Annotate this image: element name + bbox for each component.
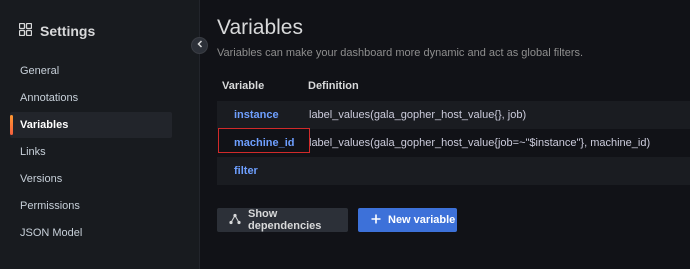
show-dependencies-label: Show dependencies: [248, 208, 322, 232]
column-header-variable: Variable: [222, 80, 265, 92]
sidebar-item-label: General: [20, 65, 60, 77]
sidebar-item-label: Variables: [20, 119, 69, 131]
column-header-definition: Definition: [308, 80, 359, 92]
sidebar-title-text: Settings: [40, 23, 96, 39]
sidebar-item-links[interactable]: Links: [10, 139, 172, 165]
highlight-box: [218, 128, 310, 153]
sidebar-item-permissions[interactable]: Permissions: [10, 193, 172, 219]
sidebar-item-general[interactable]: General: [10, 58, 172, 84]
dependencies-icon: [229, 213, 241, 228]
sidebar-item-variables[interactable]: Variables: [10, 112, 172, 138]
page-subtitle: Variables can make your dashboard more d…: [217, 47, 584, 59]
sidebar-item-label: Links: [20, 146, 46, 158]
new-variable-label: New variable: [388, 214, 456, 226]
sidebar-item-annotations[interactable]: Annotations: [10, 85, 172, 111]
sidebar-title: Settings: [18, 22, 96, 39]
sidebar-item-label: JSON Model: [20, 227, 83, 239]
table-row[interactable]: filter: [217, 157, 690, 185]
sidebar-item-json-model[interactable]: JSON Model: [10, 220, 172, 246]
grid-icon: [18, 22, 33, 39]
variable-definition: label_values(gala_gopher_host_value{job=…: [309, 137, 651, 149]
sidebar-item-label: Annotations: [20, 92, 79, 104]
sidebar-item-label: Permissions: [20, 200, 80, 212]
sidebar-item-versions[interactable]: Versions: [10, 166, 172, 192]
show-dependencies-button[interactable]: Show dependencies: [217, 208, 348, 232]
sidebar-item-label: Versions: [20, 173, 63, 185]
variable-name-link[interactable]: instance: [234, 101, 279, 129]
variable-definition: label_values(gala_gopher_host_value{}, j…: [309, 109, 527, 121]
page-title: Variables: [217, 16, 303, 39]
plus-icon: [371, 214, 381, 227]
variable-name-link[interactable]: filter: [234, 157, 258, 185]
table-row[interactable]: instance label_values(gala_gopher_host_v…: [217, 101, 690, 129]
new-variable-button[interactable]: New variable: [358, 208, 457, 232]
settings-sidebar: Settings General Annotations Variables L…: [0, 0, 200, 269]
